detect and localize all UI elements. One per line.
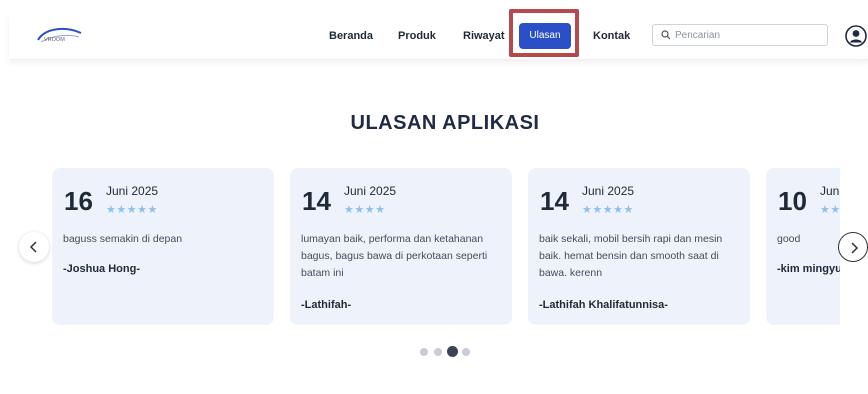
chevron-right-icon <box>851 242 859 254</box>
review-day: 14 <box>302 186 331 216</box>
review-card: 14 Juni 2025 ★★★★ lumayan baik, performa… <box>290 168 512 325</box>
chevron-left-icon <box>29 241 37 253</box>
review-day: 14 <box>540 186 569 216</box>
review-author: -kim mingyu- <box>777 263 840 275</box>
review-month: Juni 2025 <box>106 184 159 198</box>
review-month: Juni 2025 <box>820 184 840 198</box>
review-comment: good <box>777 233 801 245</box>
review-comment: lumayan baik, performa dan ketahanan bag… <box>301 233 488 279</box>
review-day: 16 <box>64 186 93 216</box>
review-author: -Lathifah- <box>301 299 352 311</box>
rating-stars: ★★★★ <box>344 204 386 216</box>
pagination-dot[interactable] <box>462 348 470 356</box>
pagination-dot-active[interactable] <box>447 346 458 357</box>
prev-button[interactable] <box>19 232 49 262</box>
rating-stars: ★★★★★ <box>582 204 634 216</box>
review-month: Juni 2025 <box>582 184 635 198</box>
rating-stars: ★★★★★ <box>106 204 158 216</box>
pagination-dot[interactable] <box>420 348 428 356</box>
review-author: -Joshua Hong- <box>63 263 140 275</box>
review-author: -Lathifah Khalifatunnisa- <box>539 299 668 311</box>
review-card: 16 Juni 2025 ★★★★★ baguss semakin di dep… <box>52 168 274 325</box>
next-button[interactable] <box>838 232 868 262</box>
review-card: 10 Juni 2025 ★★★★★ good -kim mingyu- <box>766 168 840 325</box>
review-comment: baik sekali, mobil bersih rapi dan mesin… <box>539 233 723 279</box>
user-avatar-icon[interactable] <box>845 25 867 47</box>
rating-stars: ★★★★★ <box>820 204 840 216</box>
review-month: Juni 2025 <box>344 184 397 198</box>
review-card: 14 Juni 2025 ★★★★★ baik sekali, mobil be… <box>528 168 750 325</box>
review-day: 10 <box>778 186 807 216</box>
pagination-dot[interactable] <box>434 348 442 356</box>
review-comment: baguss semakin di depan <box>63 233 183 245</box>
review-carousel: 16 Juni 2025 ★★★★★ baguss semakin di dep… <box>0 0 840 394</box>
